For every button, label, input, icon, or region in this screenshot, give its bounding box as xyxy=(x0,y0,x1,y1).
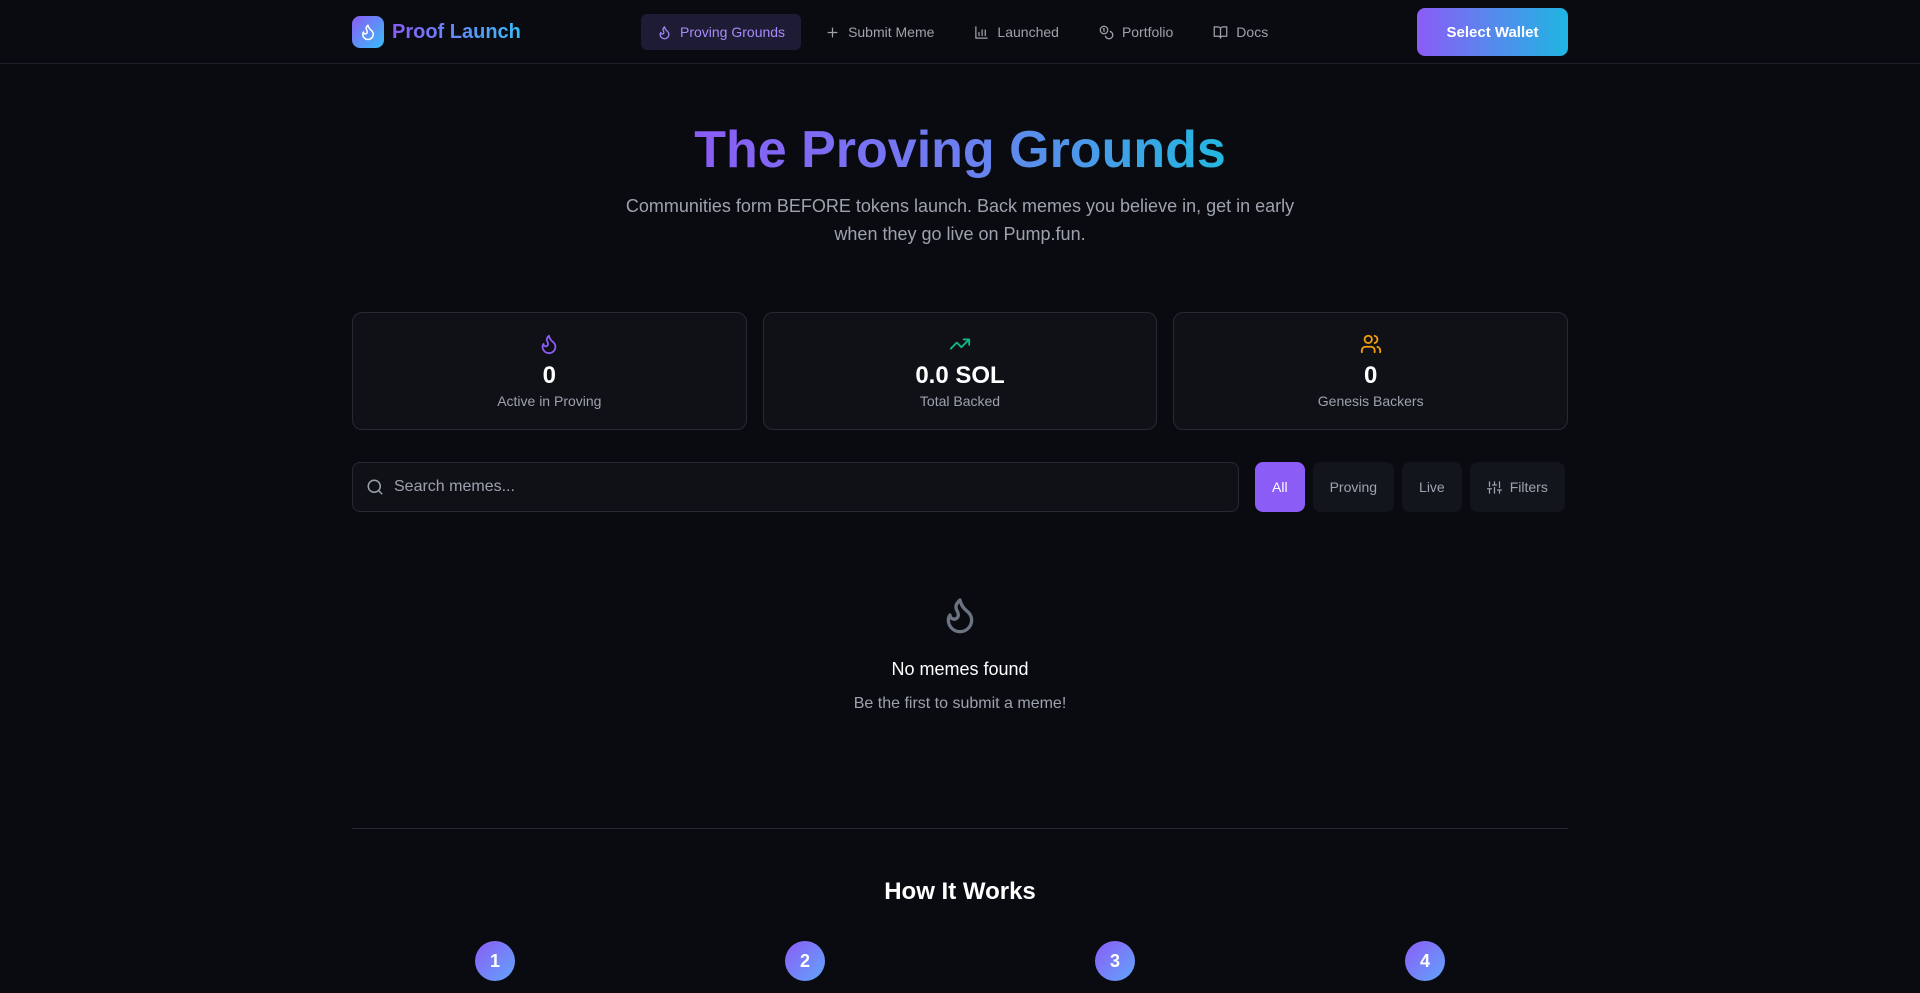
search-box xyxy=(352,462,1239,512)
select-wallet-button[interactable]: Select Wallet xyxy=(1417,8,1568,56)
users-icon xyxy=(1360,334,1381,354)
stat-card-total-backed: 0.0 SOL Total Backed xyxy=(762,312,1158,430)
search-input[interactable] xyxy=(394,478,1238,496)
nav-item-label: Launched xyxy=(997,24,1059,40)
stat-value: 0 xyxy=(542,362,557,389)
filter-all-button[interactable]: All xyxy=(1255,462,1305,512)
filters-label: Filters xyxy=(1509,479,1548,495)
stats-row: 0 Active in Proving 0.0 SOL Total Backed… xyxy=(352,312,1569,430)
step-badge-1: 1 xyxy=(475,941,515,981)
flame-icon xyxy=(659,25,670,39)
nav-item-label: Portfolio xyxy=(1121,24,1174,40)
step-badge-4: 4 xyxy=(1405,941,1445,981)
search-icon xyxy=(367,479,383,495)
step-badge-2: 2 xyxy=(785,941,825,981)
section-divider xyxy=(352,828,1568,829)
how-it-works-title: How It Works xyxy=(884,878,1036,905)
nav-item-launched[interactable]: Launched xyxy=(958,14,1075,50)
nav-item-label: Submit Meme xyxy=(848,24,935,40)
flame-icon xyxy=(362,24,374,41)
stat-label: Total Backed xyxy=(919,393,1001,409)
stat-label: Genesis Backers xyxy=(1317,393,1424,409)
nav-item-docs[interactable]: Docs xyxy=(1197,14,1284,50)
trending-up-icon xyxy=(949,338,971,350)
book-icon xyxy=(1213,25,1228,39)
stat-card-active: 0 Active in Proving xyxy=(352,312,747,430)
brand[interactable]: Proof Launch xyxy=(352,16,521,48)
sliders-icon xyxy=(1486,480,1502,494)
top-nav: Proof Launch Proving Grounds Submit Meme… xyxy=(0,0,1920,64)
empty-state-title: No memes found xyxy=(891,659,1029,679)
page-title-text: The Proving Grounds xyxy=(694,121,1226,179)
empty-state-subtitle: Be the first to submit a meme! xyxy=(853,695,1067,712)
page-subtitle: Communities form BEFORE tokens launch. B… xyxy=(625,196,1295,244)
stat-value: 0.0 SOL xyxy=(915,362,1005,389)
flame-icon xyxy=(541,334,557,355)
stat-card-genesis-backers: 0 Genesis Backers xyxy=(1173,312,1569,430)
nav-item-label: Proving Grounds xyxy=(680,24,786,40)
nav-item-label: Docs xyxy=(1236,24,1269,40)
filter-group: All Proving Live Filters xyxy=(1255,462,1565,512)
nav-item-proving-grounds[interactable]: Proving Grounds xyxy=(641,14,802,50)
filter-proving-button[interactable]: Proving xyxy=(1312,462,1395,512)
brand-logo xyxy=(352,16,384,48)
coins-icon xyxy=(1099,25,1114,39)
step-badge-3: 3 xyxy=(1095,941,1135,981)
brand-name: Proof Launch xyxy=(392,20,521,43)
bar-chart-icon xyxy=(975,25,989,39)
filters-button[interactable]: Filters xyxy=(1469,462,1565,512)
filter-live-button[interactable]: Live xyxy=(1402,462,1462,512)
stat-label: Active in Proving xyxy=(497,393,602,409)
plus-icon xyxy=(827,27,838,37)
stat-value: 0 xyxy=(1364,362,1378,389)
page-title: The Proving Grounds xyxy=(0,118,1920,182)
flame-icon xyxy=(946,598,974,634)
nav-item-submit-meme[interactable]: Submit Meme xyxy=(809,14,950,50)
nav-item-portfolio[interactable]: Portfolio xyxy=(1083,14,1189,50)
nav-links: Proving Grounds Submit Meme Launched Por… xyxy=(641,14,1284,50)
